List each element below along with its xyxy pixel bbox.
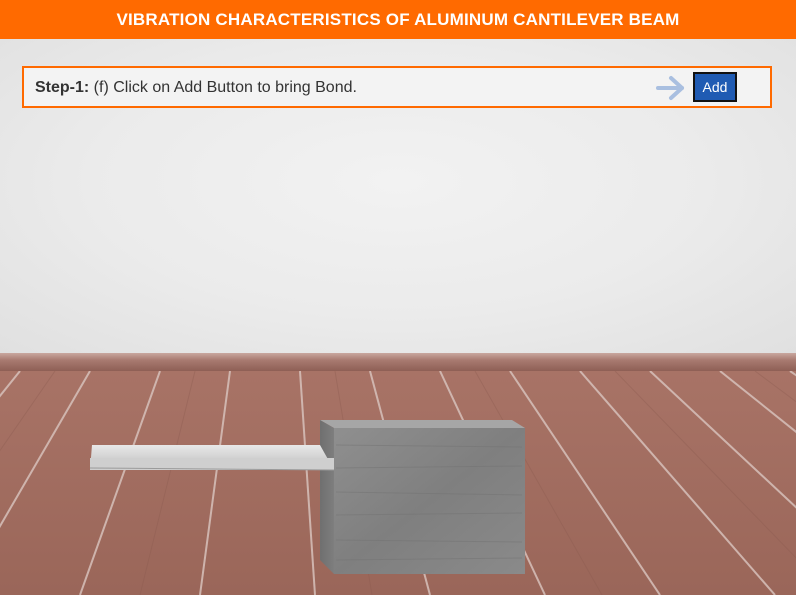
scene-baseboard (0, 353, 796, 371)
instruction-panel: Step-1: (f) Click on Add Button to bring… (22, 66, 772, 108)
app-header: VIBRATION CHARACTERISTICS OF ALUMINUM CA… (0, 0, 796, 39)
step-label: Step-1: (35, 79, 90, 96)
instruction-text: Step-1: (f) Click on Add Button to bring… (35, 79, 357, 97)
step-description: (f) Click on Add Button to bring Bond. (89, 79, 357, 96)
page-title: VIBRATION CHARACTERISTICS OF ALUMINUM CA… (116, 9, 680, 29)
scene-floor (0, 371, 796, 595)
arrow-right-icon (656, 76, 684, 100)
add-button[interactable]: Add (693, 72, 737, 102)
